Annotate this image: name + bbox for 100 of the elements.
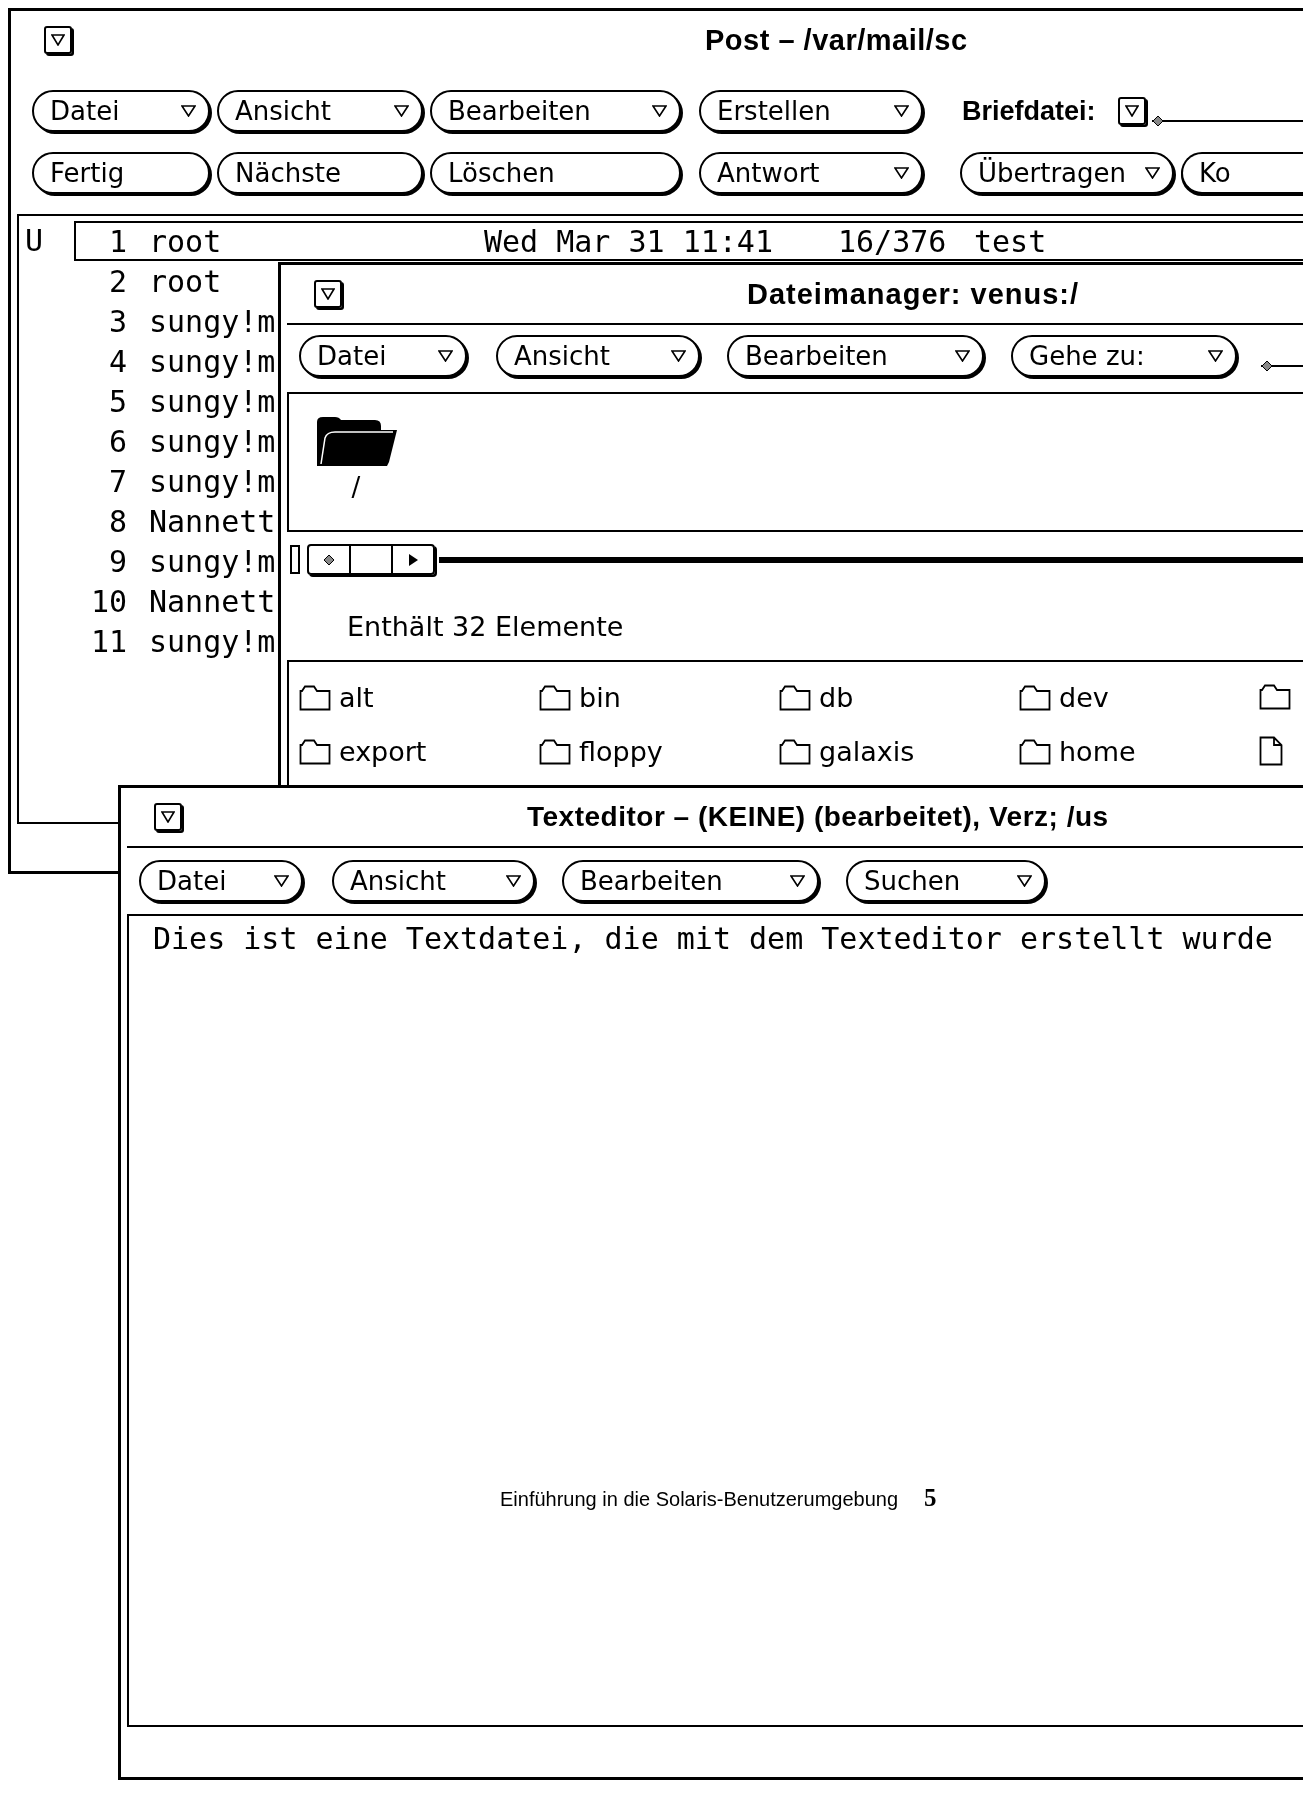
menu-triangle-icon [181, 105, 196, 117]
folder-icon [779, 685, 811, 711]
menu-triangle-icon [438, 350, 453, 362]
action-button[interactable]: Löschen [430, 152, 681, 194]
message-number: 7 [107, 463, 127, 499]
folder-label: / [351, 472, 361, 502]
message-row[interactable]: 9 sungy!m [74, 541, 276, 581]
message-row[interactable]: 6 sungy!m [74, 421, 276, 461]
menu-button[interactable]: Datei [139, 860, 303, 902]
menu-button[interactable]: Datei [299, 335, 467, 377]
message-subject: test [974, 223, 1047, 259]
file-item[interactable] [1259, 684, 1291, 710]
action-button[interactable]: Antwort [699, 152, 923, 194]
window-menu-button[interactable] [44, 26, 72, 54]
file-item[interactable]: alt [299, 683, 374, 713]
menu-button[interactable]: Ansicht [332, 860, 535, 902]
page-footer-title: Einführung in die Solaris-Benutzerumgebung [500, 1488, 899, 1511]
message-sender: Nannett [149, 503, 276, 539]
action-button[interactable]: Fertig [32, 152, 210, 194]
field-label: Briefdatei: [962, 95, 1096, 127]
action-button[interactable]: Übertragen [960, 152, 1174, 194]
message-sender: sungy!m [149, 303, 276, 339]
message-number: 2 [107, 263, 127, 299]
menu-triangle-icon [1145, 167, 1160, 179]
folder-icon [1019, 739, 1051, 765]
file-item[interactable]: floppy [539, 737, 663, 767]
message-row[interactable]: 5 sungy!m [74, 381, 276, 421]
menu-button[interactable]: Ansicht [496, 335, 700, 377]
message-row[interactable]: 7 sungy!m [74, 461, 276, 501]
message-row[interactable]: 4 sungy!m [74, 341, 276, 381]
file-item[interactable]: galaxis [779, 737, 915, 767]
window-title: Dateimanager: venus:/ [747, 277, 1080, 311]
file-item[interactable]: home [1019, 737, 1136, 767]
folder-icon [299, 739, 331, 765]
menu-button[interactable]: Ansicht [217, 90, 423, 132]
folder-icon [299, 685, 331, 711]
folder-icon [539, 739, 571, 765]
message-row[interactable]: 11 sungy!m [74, 621, 276, 661]
diamond-icon [1261, 360, 1273, 372]
menu-triangle-icon [1208, 350, 1223, 362]
menu-button[interactable]: Bearbeiten [430, 90, 681, 132]
open-folder-icon[interactable] [315, 416, 397, 466]
menu-button[interactable] [1117, 97, 1146, 125]
message-number: 10 [89, 583, 127, 619]
message-number: 3 [107, 303, 127, 339]
message-row[interactable]: 3 sungy!m [74, 301, 276, 341]
document-icon [1259, 736, 1283, 766]
message-sender: root [149, 263, 222, 299]
message-sender: sungy!m [149, 343, 276, 379]
action-button[interactable]: Nächste [217, 152, 423, 194]
menu-button[interactable]: Erstellen [699, 90, 923, 132]
menu-triangle-icon [671, 350, 686, 362]
diamond-icon [323, 553, 335, 566]
diamond-icon [1151, 115, 1164, 127]
menu-button[interactable]: Datei [32, 90, 210, 132]
window-title: Post – /var/mail/sc [705, 23, 968, 57]
action-button[interactable]: Ko [1181, 152, 1303, 194]
message-size: 16/376 [838, 223, 948, 259]
menu-button[interactable]: Bearbeiten [727, 335, 984, 377]
message-sender: sungy!m [149, 543, 276, 579]
menu-triangle-icon [790, 875, 805, 887]
file-item[interactable]: export [299, 737, 427, 767]
window-menu-button[interactable] [314, 280, 342, 308]
message-sender: sungy!m [149, 383, 276, 419]
message-row[interactable]: 1 root Wed Mar 31 11:41 16/376 test [74, 221, 1303, 261]
message-row[interactable]: 2 root [74, 261, 222, 301]
message-number: 5 [107, 383, 127, 419]
window-title: Texteditor – (KEINE) (bearbeitet), Verz; /us [527, 801, 1109, 833]
menu-triangle-icon [894, 167, 909, 179]
folder-icon [1259, 684, 1291, 710]
menu-button[interactable]: Gehe zu: [1011, 335, 1237, 377]
message-sender: root [149, 223, 223, 259]
file-item[interactable]: dev [1019, 683, 1109, 713]
file-item[interactable]: db [779, 683, 854, 713]
window-menu-button[interactable] [154, 803, 182, 831]
message-sender: sungy!m [149, 423, 276, 459]
file-item[interactable]: bin [539, 683, 621, 713]
message-number: 1 [107, 223, 127, 259]
item-count: Enthält 32 Elemente [347, 610, 625, 644]
message-sender: sungy!m [149, 623, 276, 659]
menu-triangle-icon [894, 105, 909, 117]
message-number: 8 [107, 503, 127, 539]
menu-button[interactable]: Bearbeiten [562, 860, 819, 902]
triangle-icon [321, 288, 335, 300]
triangle-icon [51, 34, 65, 46]
message-date: Wed Mar 31 11:41 [484, 223, 774, 259]
message-row[interactable]: 10 Nannett [74, 581, 276, 621]
message-row[interactable]: 8 Nannett [74, 501, 276, 541]
menu-button[interactable]: Suchen [846, 860, 1046, 902]
right-arrow-icon [407, 552, 419, 567]
file-item[interactable] [1259, 736, 1283, 766]
horizontal-scrollbar[interactable] [290, 544, 1303, 575]
folder-icon [1019, 685, 1051, 711]
menu-triangle-icon [274, 875, 289, 887]
menu-triangle-icon [955, 350, 970, 362]
message-sender: sungy!m [149, 463, 276, 499]
triangle-icon [161, 811, 175, 823]
text-line: Dies ist eine Textdatei, die mit dem Texteditor erstellt wurde [153, 920, 1274, 958]
status-label: U [25, 223, 44, 258]
message-number: 6 [107, 423, 127, 459]
